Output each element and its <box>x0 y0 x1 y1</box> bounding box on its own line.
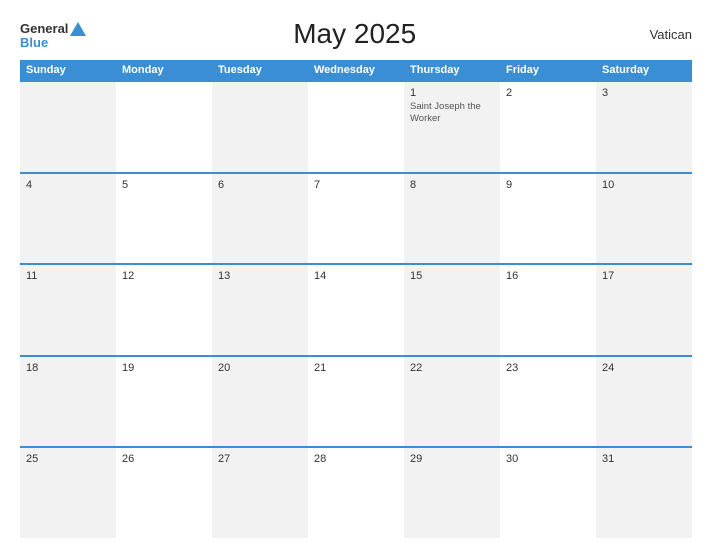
cell-w4-d4: 21 <box>308 357 404 447</box>
day-number: 22 <box>410 362 494 374</box>
calendar-page: General Blue May 2025 Vatican Sunday Mon… <box>0 0 712 550</box>
week-2: 456789 10 <box>20 172 692 264</box>
header-thursday: Thursday <box>404 60 500 80</box>
day-number: 25 <box>26 453 110 465</box>
day-number: 6 <box>218 179 302 191</box>
day-number: 19 <box>122 362 206 374</box>
header-monday: Monday <box>116 60 212 80</box>
cell-w5-d6: 30 <box>500 448 596 538</box>
cell-w3-d1: 11 <box>20 265 116 355</box>
month-title: May 2025 <box>87 18 622 50</box>
cell-w5-d7: 31 <box>596 448 692 538</box>
day-number: 12 <box>122 270 206 282</box>
week-3: 11 12 13 14 15 16 17 <box>20 263 692 355</box>
day-number: 7 <box>314 179 398 191</box>
cell-w5-d2: 26 <box>116 448 212 538</box>
cell-w5-d4: 28 <box>308 448 404 538</box>
day-number: 24 <box>602 362 686 374</box>
cell-w4-d7: 24 <box>596 357 692 447</box>
day-number: 4 <box>26 179 110 191</box>
cell-w4-d6: 23 <box>500 357 596 447</box>
day-number: 2 <box>506 87 590 99</box>
cell-w4-d1: 18 <box>20 357 116 447</box>
day-number: 11 <box>26 270 110 282</box>
cell-w5-d3: 27 <box>212 448 308 538</box>
day-number: 13 <box>218 270 302 282</box>
day-number: 9 <box>506 179 590 191</box>
logo-general-text: General <box>20 22 68 35</box>
day-number: 14 <box>314 270 398 282</box>
week-5: 25 26 27 28 29 30 31 <box>20 446 692 538</box>
day-number: 16 <box>506 270 590 282</box>
day-number: 30 <box>506 453 590 465</box>
header: General Blue May 2025 Vatican <box>20 18 692 50</box>
cell-w1-d6: 2 <box>500 82 596 172</box>
cell-w1-d5: 1 Saint Joseph the Worker <box>404 82 500 172</box>
week-4: 18 19 20 21 22 23 24 <box>20 355 692 447</box>
cell-w5-d5: 29 <box>404 448 500 538</box>
day-number: 18 <box>26 362 110 374</box>
week-1: 1 Saint Joseph the Worker 23 <box>20 80 692 172</box>
day-number: 10 <box>602 179 686 191</box>
cell-w3-d7: 17 <box>596 265 692 355</box>
cell-w2-d4: 7 <box>308 174 404 264</box>
cell-w2-d6: 9 <box>500 174 596 264</box>
header-saturday: Saturday <box>596 60 692 80</box>
day-number: 3 <box>602 87 686 99</box>
cell-w4-d3: 20 <box>212 357 308 447</box>
header-tuesday: Tuesday <box>212 60 308 80</box>
cell-w1-d7: 3 <box>596 82 692 172</box>
cell-w2-d2: 5 <box>116 174 212 264</box>
day-number: 26 <box>122 453 206 465</box>
day-number: 15 <box>410 270 494 282</box>
day-number: 1 <box>410 87 494 99</box>
cell-w2-d5: 8 <box>404 174 500 264</box>
calendar-body: 1 Saint Joseph the Worker 23 456789 10 11 12 13… <box>20 80 692 538</box>
cell-w4-d5: 22 <box>404 357 500 447</box>
cell-w4-d2: 19 <box>116 357 212 447</box>
cell-w3-d5: 15 <box>404 265 500 355</box>
day-number: 29 <box>410 453 494 465</box>
day-number: 5 <box>122 179 206 191</box>
day-number: 23 <box>506 362 590 374</box>
cell-w3-d6: 16 <box>500 265 596 355</box>
day-number: 8 <box>410 179 494 191</box>
cell-w1-d2 <box>116 82 212 172</box>
header-wednesday: Wednesday <box>308 60 404 80</box>
day-number: 21 <box>314 362 398 374</box>
day-number: 31 <box>602 453 686 465</box>
header-friday: Friday <box>500 60 596 80</box>
cell-w1-d4 <box>308 82 404 172</box>
cell-w5-d1: 25 <box>20 448 116 538</box>
cell-w3-d4: 14 <box>308 265 404 355</box>
day-number: 28 <box>314 453 398 465</box>
cell-w2-d1: 4 <box>20 174 116 264</box>
logo-blue-text: Blue <box>20 36 87 49</box>
cell-w3-d3: 13 <box>212 265 308 355</box>
holiday-name: Saint Joseph the Worker <box>410 101 494 126</box>
cell-w2-d7: 10 <box>596 174 692 264</box>
cell-w1-d3 <box>212 82 308 172</box>
country-label: Vatican <box>622 27 692 42</box>
header-sunday: Sunday <box>20 60 116 80</box>
logo: General Blue <box>20 20 87 49</box>
day-number: 20 <box>218 362 302 374</box>
day-number: 17 <box>602 270 686 282</box>
cell-w2-d3: 6 <box>212 174 308 264</box>
cell-w3-d2: 12 <box>116 265 212 355</box>
calendar-header: Sunday Monday Tuesday Wednesday Thursday… <box>20 60 692 80</box>
day-number: 27 <box>218 453 302 465</box>
cell-w1-d1 <box>20 82 116 172</box>
calendar: Sunday Monday Tuesday Wednesday Thursday… <box>20 60 692 538</box>
